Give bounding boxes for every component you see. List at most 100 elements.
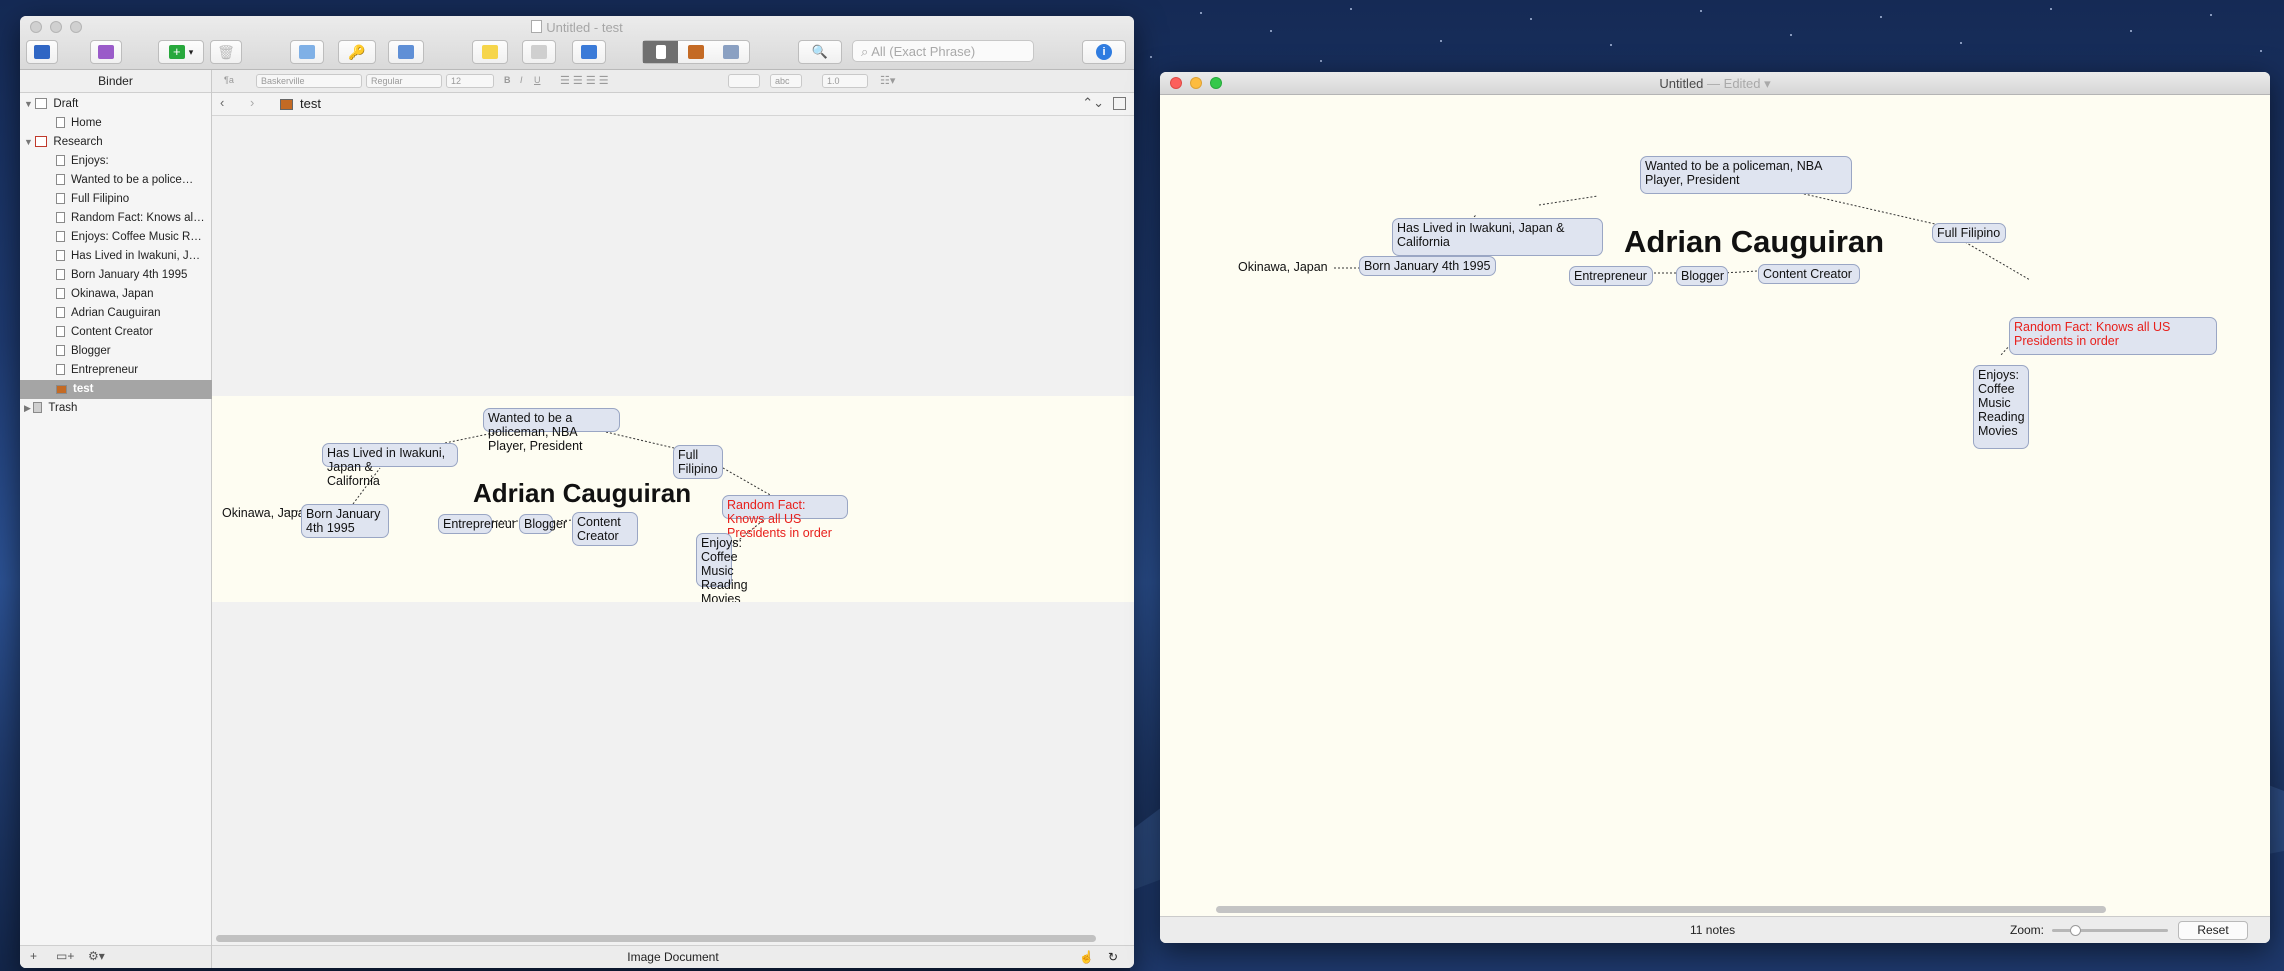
note-random[interactable]: Random Fact: Knows all US Presidents in … [2009,317,2217,355]
binder-sidebar: Binder ▼ Draft Home ▼ Research Enjoys: Wante… [20,70,246,968]
comment-button[interactable] [472,40,508,64]
note-random[interactable]: Random Fact: Knows all US Presidents in … [722,495,848,540]
view-document-button[interactable] [643,41,679,63]
header-title: test [300,96,321,111]
binder-footer: + ▭+ ⚙▾ [20,945,211,968]
nav-up-down-buttons[interactable]: ⌃⌄ [1082,95,1104,111]
note-enjoys[interactable]: Enjoys: Coffee Music Reading Movies [696,533,748,602]
style-menu[interactable]: ¶a [220,74,246,88]
connector-lines [1334,192,2036,357]
map-title[interactable]: Adrian Cauguiran [473,478,691,509]
notes-window: Untitled — Edited ▾ Adrian Cauguiran Okin… [1160,72,2270,943]
view-outline-button[interactable] [714,41,749,63]
note-filipino[interactable]: Full Filipino [673,445,723,479]
zoom-slider[interactable] [2052,925,2168,936]
note-entrepreneur[interactable]: Entrepreneur [1569,266,1653,286]
document-icon [56,117,65,128]
status-bar: Image Document ☝ ↻ [212,945,1134,968]
reset-button[interactable]: Reset [2178,921,2248,940]
mind-map-canvas[interactable]: Adrian Cauguiran Okinawa, Japan Born Janua… [1160,94,2270,894]
disclosure-triangle-icon[interactable]: ▼ [24,99,35,109]
note-filipino[interactable]: Full Filipino [1932,223,2006,243]
canvas-scrollbar[interactable] [1216,906,2106,913]
binder-item[interactable]: ▼ Research [20,133,214,152]
note-lived[interactable]: Has Lived in Iwakuni, Japan & California [1392,218,1603,256]
image-icon [280,99,293,110]
document-icon [56,212,65,223]
note-wanted[interactable]: Wanted to be a policeman, NBA Player, Pr… [1640,156,1852,194]
line-spacing-select[interactable]: 1.0 [822,74,868,88]
binder-item-label: Born January 4th 1995 [71,269,188,281]
key-icon: 🔑 [348,43,366,60]
list-menu[interactable]: ☷▾ [880,74,895,87]
note-lived[interactable]: Has Lived in Iwakuni, Japan & California [322,443,458,488]
text-color-select[interactable] [728,74,760,88]
add-button[interactable]: + ▾ [158,40,204,64]
chevron-down-icon: ▾ [188,46,194,57]
binder-item[interactable]: ▼ Draft [20,95,214,114]
binder-item-label: test [73,383,94,395]
underline-button[interactable]: U [534,75,541,85]
inspector-button[interactable]: i [1082,40,1126,64]
font-family-select[interactable]: Baskerville [256,74,362,88]
note-born[interactable]: Born January 4th 1995 [301,504,389,538]
collections-button[interactable] [90,40,122,64]
document-icon [56,307,65,318]
format-bar: ¶a Baskerville Regular 12 B I U ☰ ☰ ☰ ☰ … [212,70,1134,93]
trash-button[interactable]: 🗑 [210,40,242,64]
note-wanted[interactable]: Wanted to be a policeman, NBA Player, Pr… [483,408,620,453]
note-born[interactable]: Born January 4th 1995 [1359,256,1496,276]
quick-search-button[interactable]: 🔍 [798,40,842,64]
touch-icon[interactable]: ☝ [1079,946,1094,968]
font-weight-select[interactable]: Regular [366,74,442,88]
zoom-slider-knob[interactable] [2070,925,2082,936]
notes-count: 11 notes [1690,923,1736,937]
split-editor-button[interactable] [1113,97,1126,110]
note-creator[interactable]: Content Creator [1758,264,1860,284]
editor-scrollbar[interactable] [216,935,1096,942]
document-icon [56,174,65,185]
view-corkboard-button[interactable] [678,41,713,63]
binder-item-label: Okinawa, Japan [71,288,154,300]
document-icon [56,193,65,204]
fullscreen-button[interactable] [290,40,324,64]
map-title[interactable]: Adrian Cauguiran [1624,224,1884,260]
document-view-icon [655,45,666,59]
document-icon [56,326,65,337]
disclosure-triangle-icon[interactable]: ▶ [24,403,33,413]
note-creator[interactable]: Content Creator [572,512,638,546]
window-title: Untitled — Edited ▾ [1659,76,1771,91]
refresh-icon[interactable]: ↻ [1108,946,1118,968]
binder-item-label: Home [71,117,102,129]
forward-button[interactable]: › [250,95,254,110]
note-okinawa[interactable]: Okinawa, Japan [222,506,312,520]
search-input[interactable]: ⌕ All (Exact Phrase) [852,40,1034,62]
note-blogger[interactable]: Blogger [1676,266,1728,286]
disclosure-triangle-icon[interactable]: ▼ [24,137,35,147]
document-icon [56,269,65,280]
highlight-select[interactable]: abc [770,74,802,88]
document-icon [56,155,65,166]
binder-item[interactable]: ▶ Trash [20,399,214,418]
back-button[interactable]: ‹ [220,95,224,110]
add-item-button[interactable]: + [30,949,37,963]
comment-icon [482,45,498,59]
italic-button[interactable]: I [520,75,523,85]
align-buttons[interactable]: ☰ ☰ ☰ ☰ [560,74,609,87]
note-enjoys[interactable]: Enjoys: Coffee Music Reading Movies [1973,365,2029,449]
binder-item-label: Blogger [71,345,111,357]
note-okinawa[interactable]: Okinawa, Japan [1238,260,1328,274]
note-entrepreneur[interactable]: Entrepreneur [438,514,516,534]
note-blogger[interactable]: Blogger [519,514,567,534]
compile-button[interactable] [572,40,606,64]
add-folder-button[interactable]: ▭+ [56,949,74,963]
font-size-select[interactable]: 12 [446,74,494,88]
bold-button[interactable]: B [504,75,511,85]
scrivenings-button[interactable] [522,40,556,64]
settings-gear-icon[interactable]: ⚙▾ [88,949,105,963]
edited-label[interactable]: — Edited ▾ [1707,76,1771,91]
folder-icon [35,136,48,147]
inspector-note-button[interactable] [388,40,424,64]
binder-toggle-button[interactable] [26,40,58,64]
keywords-button[interactable]: 🔑 [338,40,376,64]
